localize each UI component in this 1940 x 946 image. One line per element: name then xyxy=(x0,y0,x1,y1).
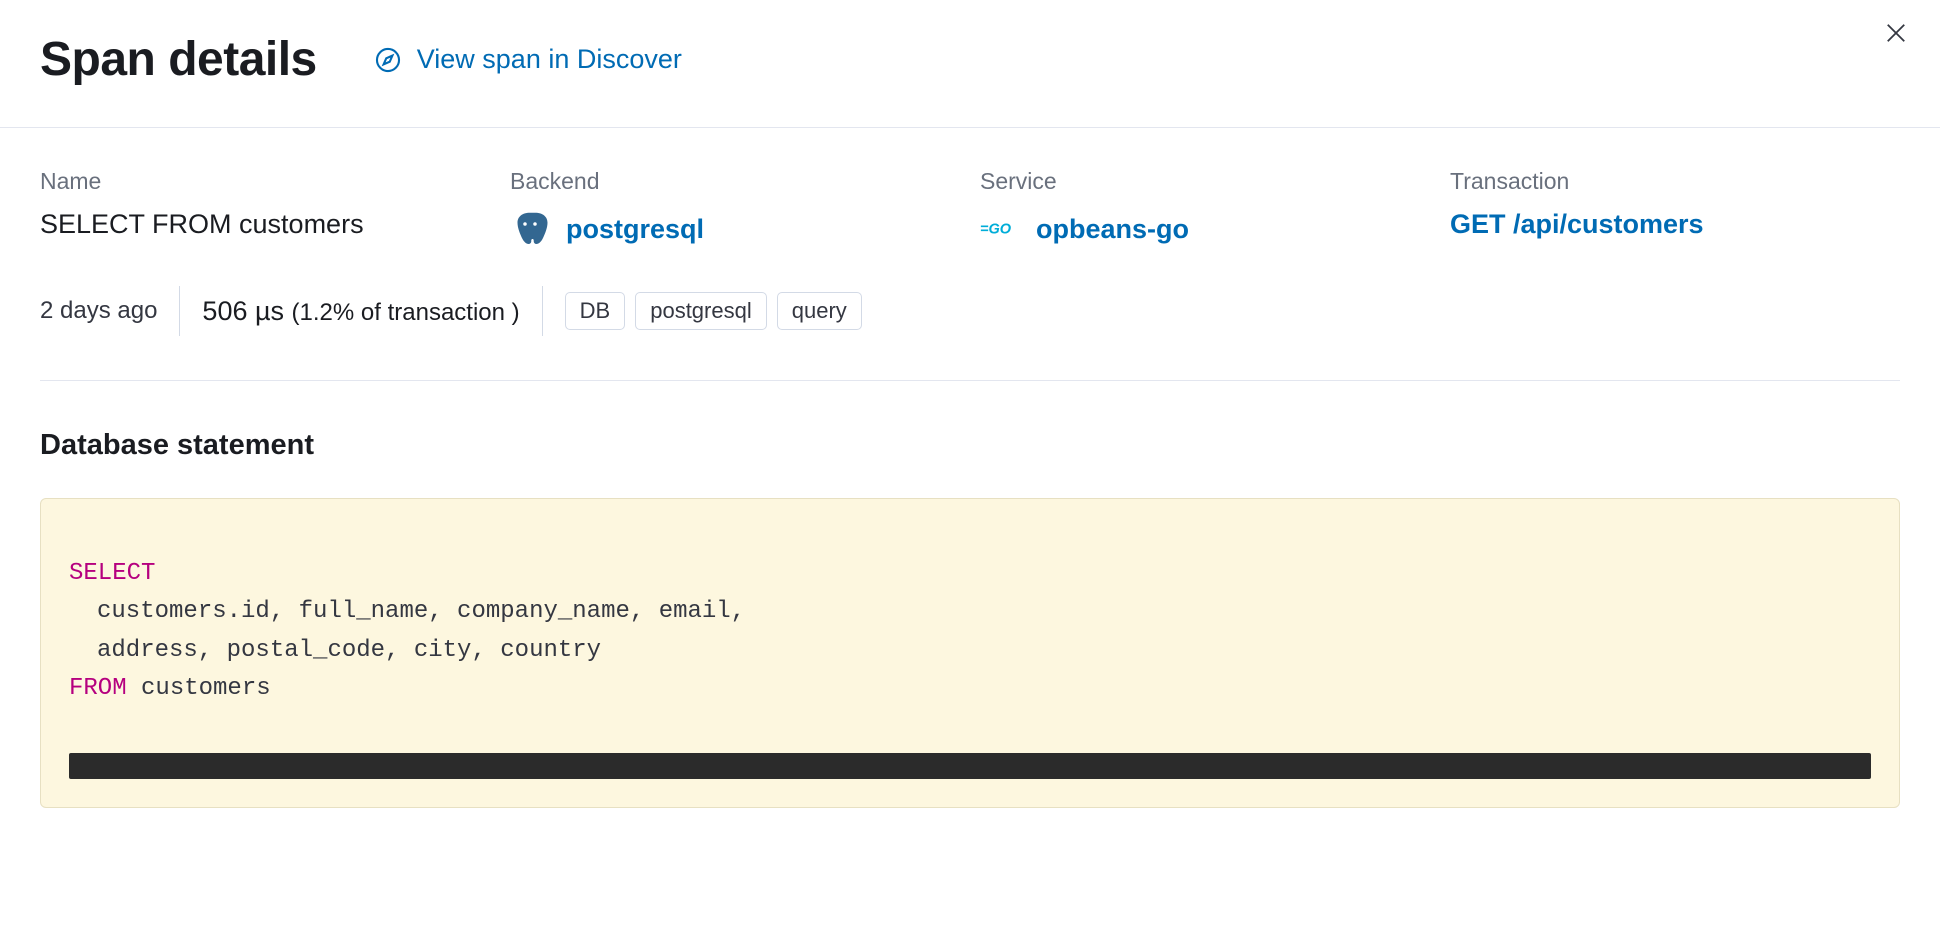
meta-label: Service xyxy=(980,168,1430,195)
meta-service: Service =GO opbeans-go xyxy=(980,168,1430,254)
span-details-flyout: Span details View span in Discover Name … xyxy=(0,0,1940,848)
flyout-body: Name SELECT FROM customers Backend postg… xyxy=(0,128,1940,848)
duration-pct: (1.2% of transaction ) xyxy=(292,299,520,326)
postgresql-icon xyxy=(510,209,550,249)
type-badges: DB postgresql query xyxy=(565,292,862,330)
backend-link[interactable]: postgresql xyxy=(510,209,704,249)
backend-value: postgresql xyxy=(566,214,704,245)
meta-backend: Backend postgresql xyxy=(510,168,960,254)
sql-line: SELECT xyxy=(69,555,1871,593)
page-title: Span details xyxy=(40,32,317,87)
info-row: 2 days ago 506 µs (1.2% of transaction )… xyxy=(40,286,1900,336)
sql-line: address, postal_code, city, country xyxy=(69,632,1871,670)
sql-line: FROM customers xyxy=(69,670,1871,708)
discover-link-label: View span in Discover xyxy=(417,44,682,75)
span-name-value: SELECT FROM customers xyxy=(40,209,490,240)
horizontal-scrollbar[interactable] xyxy=(69,753,1871,779)
badge-subtype: postgresql xyxy=(635,292,767,330)
transaction-value: GET /api/customers xyxy=(1450,209,1704,240)
duration: 506 µs (1.2% of transaction ) xyxy=(202,296,519,327)
duration-value: 506 µs xyxy=(202,296,284,326)
badge-action: query xyxy=(777,292,862,330)
sql-line: customers.id, full_name, company_name, e… xyxy=(69,593,1871,631)
meta-label: Transaction xyxy=(1450,168,1900,195)
divider xyxy=(40,380,1900,381)
meta-grid: Name SELECT FROM customers Backend postg… xyxy=(40,168,1900,254)
separator xyxy=(179,286,180,336)
service-value: opbeans-go xyxy=(1036,214,1189,245)
meta-name: Name SELECT FROM customers xyxy=(40,168,490,254)
sql-keyword: SELECT xyxy=(69,560,155,587)
meta-label: Name xyxy=(40,168,490,195)
sql-columns: customers.id, full_name, company_name, e… xyxy=(69,593,745,631)
transaction-link[interactable]: GET /api/customers xyxy=(1450,209,1704,240)
svg-text:=GO: =GO xyxy=(980,222,1012,238)
service-link[interactable]: =GO opbeans-go xyxy=(980,209,1189,249)
go-icon: =GO xyxy=(980,209,1020,249)
sql-columns: address, postal_code, city, country xyxy=(69,632,601,670)
view-in-discover-link[interactable]: View span in Discover xyxy=(373,44,682,75)
meta-label: Backend xyxy=(510,168,960,195)
separator xyxy=(542,286,543,336)
badge-db: DB xyxy=(565,292,626,330)
sql-keyword: FROM xyxy=(69,675,127,702)
timestamp: 2 days ago xyxy=(40,297,157,325)
flyout-header: Span details View span in Discover xyxy=(0,0,1940,128)
db-statement-codeblock[interactable]: SELECT customers.id, full_name, company_… xyxy=(40,498,1900,808)
sql-table: customers xyxy=(127,675,271,702)
compass-icon xyxy=(373,45,403,75)
db-statement-title: Database statement xyxy=(40,429,1900,462)
meta-transaction: Transaction GET /api/customers xyxy=(1450,168,1900,254)
